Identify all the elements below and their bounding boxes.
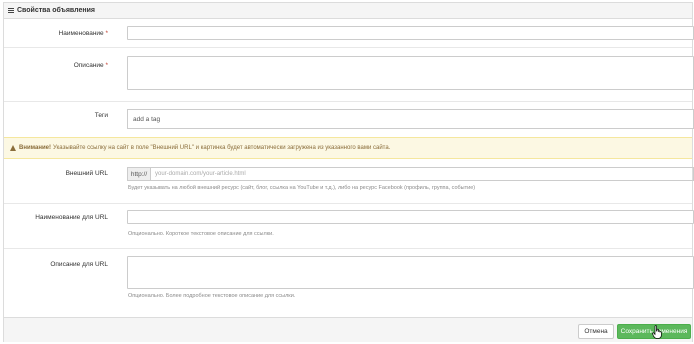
panel-footer: Отмена Сохранить изменения: [4, 317, 692, 342]
panel-header: Свойства объявления: [4, 3, 692, 19]
external-url-input[interactable]: your-domain.com/your-article.html: [151, 167, 694, 181]
hand-cursor-icon: [652, 325, 662, 339]
divider: [4, 101, 692, 102]
url-name-input[interactable]: [127, 210, 694, 224]
tags-input[interactable]: add a tag: [127, 109, 694, 129]
alert-strong: Внимание!: [19, 145, 51, 151]
alert-text: Указывайте ссылку на сайт в поле "Внешни…: [53, 145, 391, 151]
url-description-textarea[interactable]: [127, 256, 694, 289]
external-url-label: Внешний URL: [65, 170, 108, 177]
warning-alert: Внимание! Указывайте ссылку на сайт в по…: [4, 137, 692, 159]
name-input[interactable]: [127, 26, 694, 40]
external-url-placeholder: your-domain.com/your-article.html: [155, 171, 246, 177]
warning-icon: [10, 145, 16, 151]
url-description-label: Описание для URL: [50, 261, 108, 268]
divider: [4, 47, 692, 48]
url-name-help: Опционально. Короткое текстовое описание…: [128, 231, 274, 237]
url-description-help: Опционально. Более подробное текстовое о…: [128, 293, 296, 299]
description-textarea[interactable]: [127, 56, 694, 90]
panel-title: Свойства объявления: [17, 7, 95, 14]
cancel-button[interactable]: Отмена: [578, 324, 614, 339]
menu-icon: [8, 8, 14, 13]
divider: [4, 248, 692, 249]
url-name-label: Наименование для URL: [35, 214, 108, 221]
external-url-help: Будет указывать на любой внешний ресурс …: [128, 185, 476, 191]
tags-placeholder: add a tag: [133, 115, 161, 123]
divider: [4, 203, 692, 204]
description-label: Описание *: [73, 62, 108, 69]
url-prefix: http://: [127, 167, 151, 181]
external-url-group: http:// your-domain.com/your-article.htm…: [127, 167, 694, 181]
ad-properties-panel: Свойства объявления Наименование * Описа…: [3, 2, 694, 342]
tags-label: Теги: [94, 112, 108, 119]
name-label: Наименование *: [58, 30, 108, 37]
